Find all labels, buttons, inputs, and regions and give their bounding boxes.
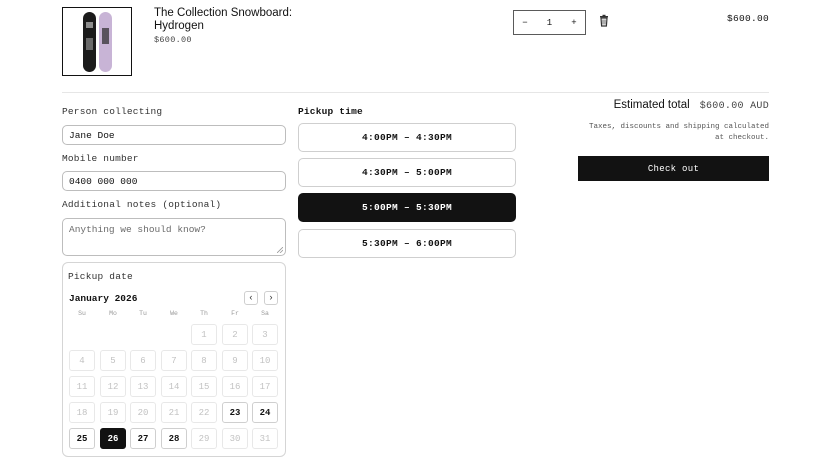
pickup-time-slot[interactable]: 4:30PM – 5:00PM xyxy=(298,158,516,187)
weekday-we: We xyxy=(170,310,178,317)
weekday-su: Su xyxy=(78,310,86,317)
tax-note: Taxes, discounts and shipping calculated… xyxy=(588,123,769,142)
product-price: $600.00 xyxy=(154,35,192,45)
calendar-day-18: 18 xyxy=(69,402,95,423)
calendar-day-12: 12 xyxy=(100,376,126,397)
calendar-day-14: 14 xyxy=(161,376,187,397)
plus-icon[interactable]: + xyxy=(563,18,585,28)
additional-notes-label: Additional notes (optional) xyxy=(62,199,222,210)
calendar-day-15: 15 xyxy=(191,376,217,397)
notes-placeholder: Anything we should know? xyxy=(69,224,206,235)
pickup-time-slot[interactable]: 4:00PM – 4:30PM xyxy=(298,123,516,152)
weekday-tu: Tu xyxy=(139,310,147,317)
calendar-day-1: 1 xyxy=(191,324,217,345)
weekday-th: Th xyxy=(200,310,208,317)
calendar-day-6: 6 xyxy=(130,350,156,371)
calendar-day-22: 22 xyxy=(191,402,217,423)
calendar-day-30: 30 xyxy=(222,428,248,449)
line-total: $600.00 xyxy=(726,13,769,24)
calendar-day-9: 9 xyxy=(222,350,248,371)
weekday-sa: Sa xyxy=(261,310,269,317)
pickup-date-label: Pickup date xyxy=(68,271,133,282)
estimated-total-label: Estimated total xyxy=(613,99,690,111)
estimated-total-value: $600.00 AUD xyxy=(699,101,769,112)
calendar-month: January 2026 xyxy=(69,293,138,304)
resize-handle-icon[interactable] xyxy=(277,247,283,253)
calendar-day-10: 10 xyxy=(252,350,278,371)
calendar-day-31: 31 xyxy=(252,428,278,449)
calendar-day-26[interactable]: 26 xyxy=(100,428,126,449)
minus-icon[interactable]: − xyxy=(514,18,536,28)
calendar-day-2: 2 xyxy=(222,324,248,345)
person-collecting-input[interactable]: Jane Doe xyxy=(62,125,286,145)
pickup-time-slot[interactable]: 5:30PM – 6:00PM xyxy=(298,229,516,258)
next-month-button[interactable]: › xyxy=(264,291,278,305)
calendar-day-4: 4 xyxy=(69,350,95,371)
person-collecting-label: Person collecting xyxy=(62,106,163,117)
calendar-day-11: 11 xyxy=(69,376,95,397)
quantity-value[interactable]: 1 xyxy=(539,18,561,28)
pickup-time-label: Pickup time xyxy=(298,106,363,117)
divider xyxy=(62,92,769,93)
weekday-mo: Mo xyxy=(109,310,117,317)
calendar-day-16: 16 xyxy=(222,376,248,397)
trash-icon[interactable] xyxy=(597,14,611,30)
pickup-time-slot[interactable]: 5:00PM – 5:30PM xyxy=(298,193,516,222)
product-thumbnail[interactable] xyxy=(62,7,132,76)
calendar-day-17: 17 xyxy=(252,376,278,397)
calendar-day-28[interactable]: 28 xyxy=(161,428,187,449)
product-title[interactable]: The Collection Snowboard: Hydrogen xyxy=(154,7,304,33)
mobile-number-label: Mobile number xyxy=(62,153,139,164)
weekday-fr: Fr xyxy=(231,310,239,317)
estimated-total: Estimated total $600.00 AUD xyxy=(578,99,769,112)
calendar-day-27[interactable]: 27 xyxy=(130,428,156,449)
checkout-button[interactable]: Check out xyxy=(578,156,769,181)
calendar-day-20: 20 xyxy=(130,402,156,423)
mobile-number-input[interactable]: 0400 000 000 xyxy=(62,171,286,191)
additional-notes-textarea[interactable]: Anything we should know? xyxy=(62,218,286,256)
quantity-stepper: − 1 + xyxy=(513,10,586,35)
prev-month-button[interactable]: ‹ xyxy=(244,291,258,305)
calendar-day-5: 5 xyxy=(100,350,126,371)
calendar-day-21: 21 xyxy=(161,402,187,423)
calendar-day-24[interactable]: 24 xyxy=(252,402,278,423)
snowboard-image xyxy=(83,12,112,72)
calendar-day-29: 29 xyxy=(191,428,217,449)
calendar-day-23[interactable]: 23 xyxy=(222,402,248,423)
calendar-day-25[interactable]: 25 xyxy=(69,428,95,449)
calendar-day-7: 7 xyxy=(161,350,187,371)
calendar-day-8: 8 xyxy=(191,350,217,371)
calendar-day-13: 13 xyxy=(130,376,156,397)
calendar-day-19: 19 xyxy=(100,402,126,423)
calendar-day-3: 3 xyxy=(252,324,278,345)
